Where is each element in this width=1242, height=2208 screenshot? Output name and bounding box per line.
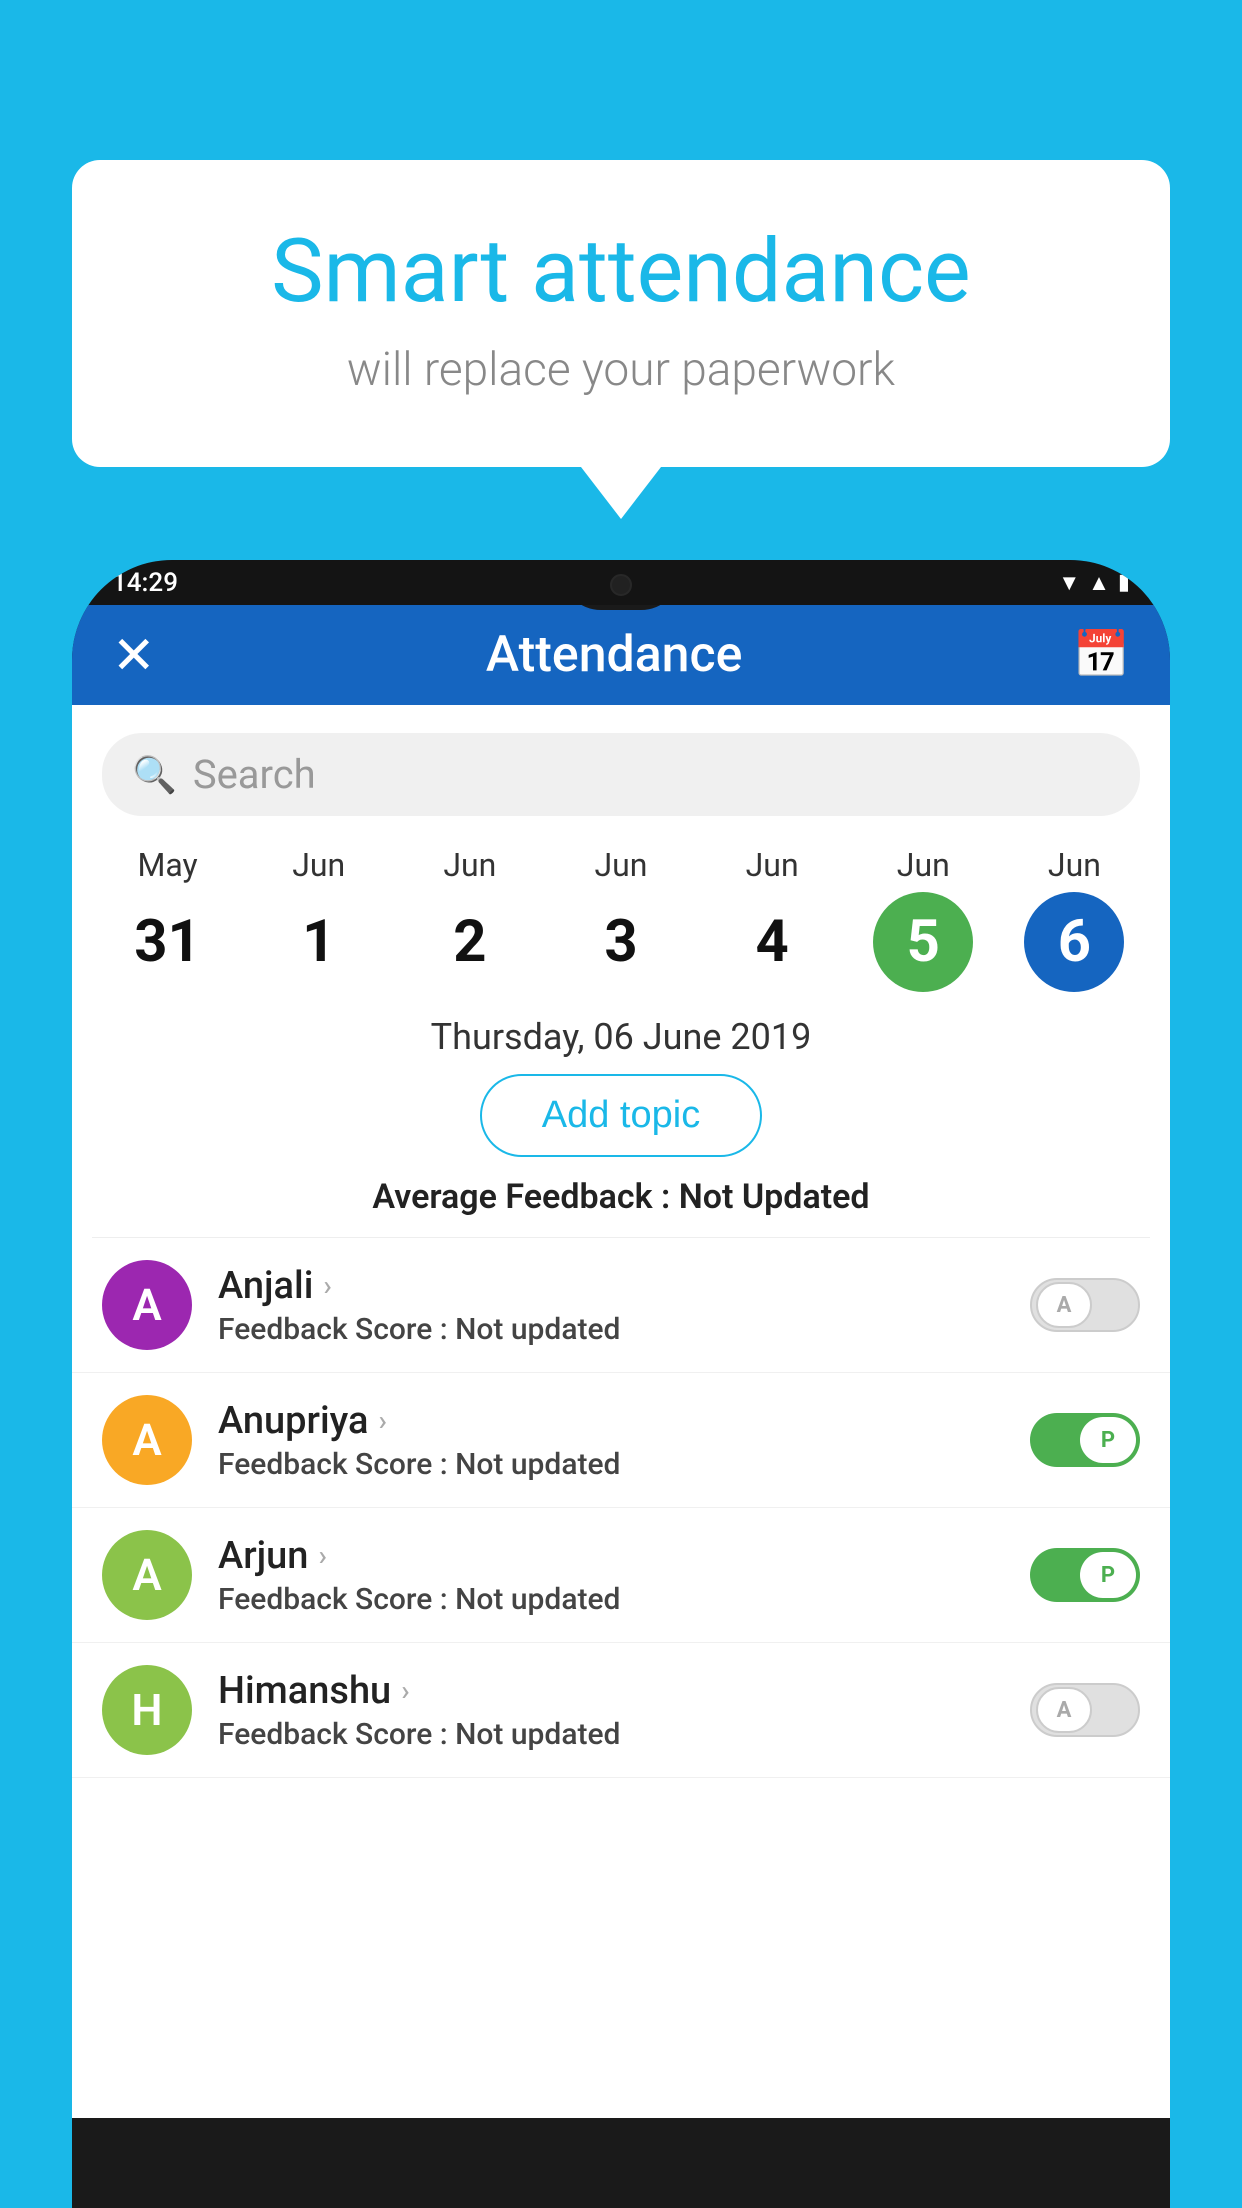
toggle-knob: P [1080, 1417, 1136, 1463]
cal-month: Jun [443, 846, 496, 884]
wifi-icon: ▼ [1058, 570, 1080, 596]
student-name[interactable]: Arjun › [218, 1534, 1004, 1578]
avatar: A [102, 1530, 192, 1620]
cal-month: Jun [595, 846, 648, 884]
cal-num-selected: 6 [1024, 892, 1124, 992]
cal-day-jun2[interactable]: Jun 2 [410, 846, 530, 992]
cal-day-may31[interactable]: May 31 [108, 846, 228, 992]
cal-month: Jun [1048, 846, 1101, 884]
cal-month: Jun [746, 846, 799, 884]
attendance-toggle-himanshu[interactable]: A [1030, 1683, 1140, 1737]
add-topic-button[interactable]: Add topic [480, 1074, 762, 1157]
cal-month: May [137, 846, 197, 884]
cal-month: Jun [292, 846, 345, 884]
cal-num: 3 [571, 892, 671, 992]
chevron-right-icon: › [401, 1674, 409, 1707]
avatar: A [102, 1260, 192, 1350]
student-info: Himanshu › Feedback Score : Not updated [218, 1669, 1004, 1752]
avg-feedback: Average Feedback : Not Updated [72, 1177, 1170, 1217]
cal-day-jun5[interactable]: Jun 5 [863, 846, 983, 992]
attendance-toggle-anupriya[interactable]: P [1030, 1413, 1140, 1467]
attendance-toggle-anjali[interactable]: A [1030, 1278, 1140, 1332]
cal-month: Jun [897, 846, 950, 884]
selected-date: Thursday, 06 June 2019 [72, 1016, 1170, 1058]
feedback-score: Feedback Score : Not updated [218, 1582, 1004, 1617]
calendar-row: May 31 Jun 1 Jun 2 Jun 3 Jun 4 Jun 5 [72, 836, 1170, 992]
student-info: Arjun › Feedback Score : Not updated [218, 1534, 1004, 1617]
bubble-subtitle: will replace your paperwork [122, 343, 1120, 397]
header-title: Attendance [486, 626, 743, 684]
signal-icon: ▲ [1088, 570, 1110, 596]
cal-day-jun1[interactable]: Jun 1 [259, 846, 379, 992]
student-name[interactable]: Anjali › [218, 1264, 1004, 1308]
chevron-right-icon: › [378, 1404, 386, 1437]
feedback-score: Feedback Score : Not updated [218, 1717, 1004, 1752]
student-row: A Anjali › Feedback Score : Not updated … [72, 1238, 1170, 1373]
calendar-icon[interactable]: 📅 [1073, 628, 1130, 682]
search-bar[interactable]: 🔍 Search [102, 733, 1140, 816]
student-row: H Himanshu › Feedback Score : Not update… [72, 1643, 1170, 1778]
cal-day-jun6[interactable]: Jun 6 [1014, 846, 1134, 992]
cal-num: 2 [420, 892, 520, 992]
search-icon: 🔍 [132, 754, 177, 796]
toggle-knob: A [1036, 1282, 1092, 1328]
chevron-right-icon: › [323, 1269, 331, 1302]
avatar: A [102, 1395, 192, 1485]
student-info: Anupriya › Feedback Score : Not updated [218, 1399, 1004, 1482]
student-name[interactable]: Himanshu › [218, 1669, 1004, 1713]
status-bar: 14:29 ▼ ▲ ▮ [72, 560, 1170, 605]
avg-feedback-label: Average Feedback : [372, 1177, 670, 1217]
feedback-score: Feedback Score : Not updated [218, 1312, 1004, 1347]
cal-num-today: 5 [873, 892, 973, 992]
toggle-knob: P [1080, 1552, 1136, 1598]
status-icons: ▼ ▲ ▮ [1058, 570, 1130, 596]
phone-frame: 14:29 ▼ ▲ ▮ ✕ Attendance 📅 🔍 Search May … [72, 560, 1170, 2208]
app-header: ✕ Attendance 📅 [72, 605, 1170, 705]
student-row: A Anupriya › Feedback Score : Not update… [72, 1373, 1170, 1508]
toggle-knob: A [1036, 1687, 1092, 1733]
students-list: A Anjali › Feedback Score : Not updated … [72, 1238, 1170, 1778]
cal-day-jun3[interactable]: Jun 3 [561, 846, 681, 992]
speech-bubble: Smart attendance will replace your paper… [72, 160, 1170, 467]
student-info: Anjali › Feedback Score : Not updated [218, 1264, 1004, 1347]
cal-day-jun4[interactable]: Jun 4 [712, 846, 832, 992]
phone-body: 🔍 Search May 31 Jun 1 Jun 2 Jun 3 Jun [72, 705, 1170, 2118]
avg-feedback-value: Not Updated [679, 1177, 870, 1217]
feedback-score: Feedback Score : Not updated [218, 1447, 1004, 1482]
avatar: H [102, 1665, 192, 1755]
cal-num: 1 [269, 892, 369, 992]
cal-num: 31 [118, 892, 218, 992]
bubble-title: Smart attendance [122, 220, 1120, 323]
chevron-right-icon: › [318, 1539, 326, 1572]
battery-icon: ▮ [1118, 570, 1130, 595]
attendance-toggle-arjun[interactable]: P [1030, 1548, 1140, 1602]
close-button[interactable]: ✕ [112, 625, 156, 686]
student-row: A Arjun › Feedback Score : Not updated P [72, 1508, 1170, 1643]
student-name[interactable]: Anupriya › [218, 1399, 1004, 1443]
search-input-label: Search [193, 751, 316, 798]
status-time: 14:29 [112, 568, 178, 598]
cal-num: 4 [722, 892, 822, 992]
